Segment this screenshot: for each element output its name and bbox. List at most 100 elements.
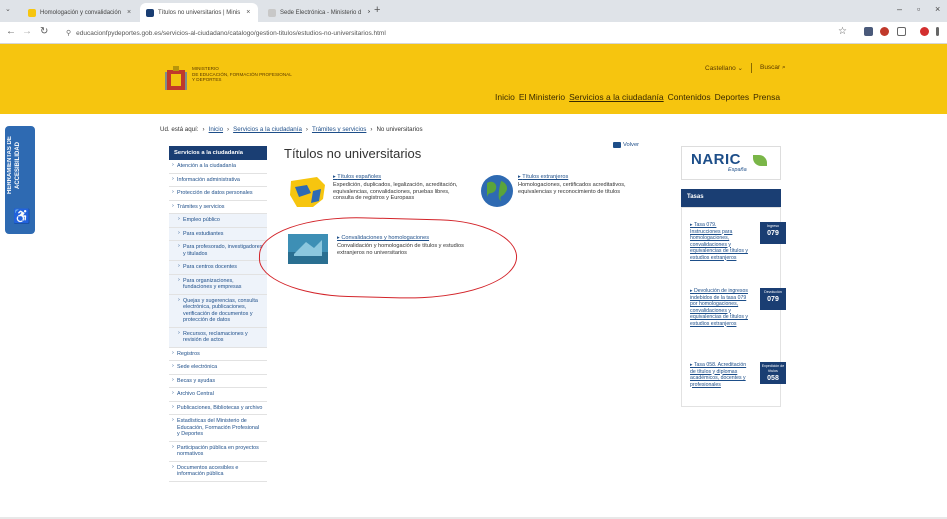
sidebar-item[interactable]: Información administrativa [169,174,267,187]
back-button[interactable]: ← [6,26,16,37]
sidebar-list: Atención a la ciudadaníaInformación admi… [169,160,267,482]
breadcrumb-item[interactable]: Inicio [209,126,223,133]
browser-tab[interactable]: Homologación y convalidación × [22,3,134,22]
sidebar-item[interactable]: Sede electrónica [169,361,267,375]
sidebar-item[interactable]: Para profesorado, investigadores y titul… [169,241,267,261]
tasa-item[interactable]: Devolución de ingresos indebidos de la t… [690,288,786,354]
tasa-item[interactable]: Tasa 058. Acreditación de títulos y dipl… [690,362,786,404]
tasa-badge[interactable]: Ingreso 079 [760,222,786,244]
card-title-link[interactable]: Títulos españoles [333,174,471,181]
tasas-heading: Tasas [681,189,781,207]
extension-icon[interactable] [864,27,873,36]
chevron-down-icon: ⌄ [737,65,743,72]
breadcrumb-current: No universitarios [376,126,423,133]
card-title-link[interactable]: Títulos extranjeros [518,174,652,181]
tab-close-icon[interactable]: × [367,9,370,16]
favicon-icon [268,8,276,17]
sidebar-item[interactable]: Publicaciones, Bibliotecas y archivo [169,402,267,415]
sidebar-item[interactable]: Para centros docentes [169,261,267,275]
tab-close-icon[interactable]: × [246,9,250,16]
breadcrumb-item[interactable]: Servicios a la ciudadanía [233,126,302,133]
nav-prensa[interactable]: Prensa [753,92,780,102]
sidebar-item[interactable]: Archivo Central [169,388,267,402]
naric-logo-banner[interactable]: NARIC España [681,146,781,180]
sidebar-item[interactable]: Documentos accesibles e información públ… [169,462,267,482]
browser-tab-bar: ⌄ Homologación y convalidación × Títulos… [0,0,947,22]
tasa-link[interactable]: Tasa 079. Instrucciones para homologacio… [690,222,748,261]
tasa-badge[interactable]: Expedición de títulos 058 [760,362,786,384]
card-titulos-espanoles: Títulos españoles Expedición, duplicados… [333,174,471,202]
nav-deportes[interactable]: Deportes [715,92,750,102]
site-info-icon[interactable]: ⚲ [66,29,71,37]
address-bar: ← → ↻ ⚲ educacionfpydeportes.gob.es/serv… [0,22,947,44]
nav-contenidos[interactable]: Contenidos [668,92,711,102]
ministry-name: MINISTERIO DE EDUCACIÓN, FORMACIÓN PROFE… [192,66,342,83]
profile-avatar[interactable] [920,27,929,36]
breadcrumb-separator: › [305,126,308,133]
browser-tab-active[interactable]: Títulos no universitarios | Minis × [140,3,258,22]
nav-ministerio[interactable]: El Ministerio [519,92,565,102]
naric-logo-text: NARIC [691,151,741,168]
forward-button[interactable]: → [22,26,32,37]
tab-title: Homologación y convalidación [40,9,122,16]
browser-tab[interactable]: Sede Electrónica - Ministerio d × [262,3,370,22]
tasa-link[interactable]: Devolución de ingresos indebidos de la t… [690,288,748,327]
tab-title: Títulos no universitarios | Minis [158,9,241,16]
new-tab-button[interactable]: + [374,4,380,16]
accessibility-tools-tab[interactable]: HERRAMIENTAS DE ACCESIBILIDAD ♿ [5,126,35,234]
tab-close-icon[interactable]: × [127,9,131,16]
reload-button[interactable]: ↻ [40,26,48,37]
tab-search-icon[interactable]: ⌄ [5,5,11,13]
sidebar-item[interactable]: Protección de datos personales [169,187,267,201]
badge-code: 079 [767,296,779,303]
search-label: Buscar [759,64,781,71]
sidebar-item[interactable]: Atención a la ciudadanía [169,160,267,174]
tasa-link[interactable]: Tasa 058. Acreditación de títulos y dipl… [690,362,748,388]
nav-servicios-ciudadania[interactable]: Servicios a la ciudadanía [569,92,664,102]
tasa-badge[interactable]: Devolución 079 [760,288,786,310]
sidebar-item[interactable]: Para organizaciones, fundaciones y empre… [169,274,267,295]
tasa-item[interactable]: Tasa 079. Instrucciones para homologacio… [690,222,786,278]
sidebar-item[interactable]: Empleo público [169,214,267,228]
sidebar-item[interactable]: Quejas y sugerencias, consulta electróni… [169,294,267,328]
back-icon [613,142,621,148]
sidebar-item[interactable]: Becas y ayudas [169,375,267,388]
sidebar-item[interactable]: Participación pública en proyectos norma… [169,442,267,462]
url-field[interactable]: ⚲ educacionfpydeportes.gob.es/servicios-… [66,26,826,40]
sidebar: Servicios a la ciudadanía Atención a la … [169,146,267,482]
extension-icon[interactable] [897,27,906,36]
breadcrumb-separator: › [227,126,230,133]
sidebar-item[interactable]: Para estudiantes [169,227,267,241]
search-button[interactable]: Buscar ⌕ [760,64,786,72]
menu-kebab-icon[interactable] [936,27,939,36]
badge-label: Expedición de títulos [761,364,785,373]
ministry-line: Y DEPORTES [192,77,222,83]
sidebar-item[interactable]: Registros [169,348,267,361]
back-link[interactable]: Volver [613,142,639,148]
language-selector[interactable]: Castellano ⌄ [705,64,743,72]
minimize-button[interactable]: – [897,4,902,14]
bookmark-star-icon[interactable]: ☆ [838,26,847,37]
sidebar-item[interactable]: Trámites y servicios [169,201,267,214]
breadcrumb-item[interactable]: Trámites y servicios [312,126,366,133]
maximize-button[interactable]: ▫ [917,4,920,14]
back-label: Volver [623,142,640,148]
spain-map-icon [290,177,325,207]
close-window-button[interactable]: × [935,4,940,14]
accessibility-icon: ♿ [13,208,31,224]
badge-code: 079 [767,230,779,237]
coat-of-arms-logo [165,66,187,90]
breadcrumb-separator: › [370,126,373,133]
sidebar-heading: Servicios a la ciudadanía [169,146,267,160]
sidebar-item[interactable]: Recursos, reclamaciones y revisión de ac… [169,327,267,348]
site-header [0,44,947,114]
nav-inicio[interactable]: Inicio [495,92,515,102]
tab-title: Sede Electrónica - Ministerio d [280,9,362,16]
card-titulos-extranjeros: Títulos extranjeros Homologaciones, cert… [518,174,652,195]
sidebar-item[interactable]: Estadísticas del Ministerio de Educación… [169,415,267,442]
badge-label: Ingreso [767,224,779,228]
accessibility-label: HERRAMIENTAS DE ACCESIBILIDAD [7,136,21,194]
extension-icon[interactable] [880,27,889,36]
favicon-icon [146,8,154,17]
tasas-panel: Tasa 079. Instrucciones para homologacio… [681,207,786,407]
